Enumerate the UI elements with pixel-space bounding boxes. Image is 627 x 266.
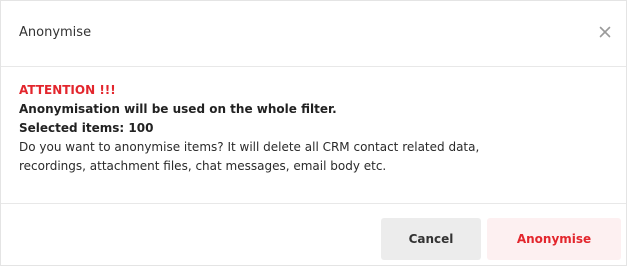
cancel-button[interactable]: Cancel	[381, 218, 481, 260]
dialog-title: Anonymise	[19, 25, 92, 40]
dialog-body: ATTENTION !!! Anonymisation will be used…	[19, 81, 608, 176]
description-line-1: Do you want to anonymise items? It will …	[19, 140, 480, 154]
scope-text: Anonymisation will be used on the whole …	[19, 102, 337, 116]
dialog-footer: Cancel Anonymise	[1, 203, 626, 265]
description-line-2: recordings, attachment files, chat messa…	[19, 159, 387, 173]
close-icon-glyph	[599, 26, 611, 38]
anonymise-button[interactable]: Anonymise	[487, 218, 621, 260]
anonymise-dialog: Anonymise ATTENTION !!! Anonymisation wi…	[0, 0, 627, 266]
close-icon[interactable]	[594, 21, 616, 43]
dialog-header: Anonymise	[1, 1, 626, 67]
selected-items-text: Selected items: 100	[19, 121, 154, 135]
attention-text: ATTENTION !!!	[19, 83, 116, 97]
